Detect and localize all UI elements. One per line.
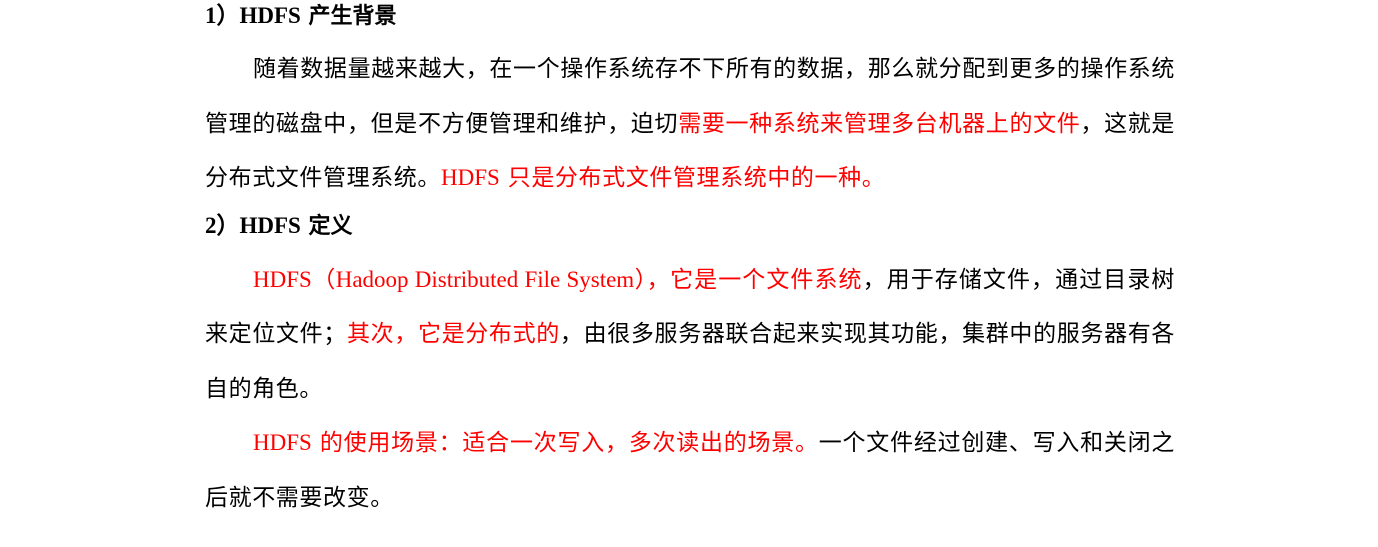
highlighted-text-run: HDFS: [441, 165, 500, 190]
highlighted-text-run: 只是分布式文件管理系统中的一种。: [499, 165, 886, 191]
highlighted-text-run: HDFS（Hadoop Distributed File System），: [253, 266, 671, 292]
document-body: 1）HDFS 产生背景 随着数据量越来越大，在一个操作系统存不下所有的数据，那么…: [205, 0, 1175, 525]
highlighted-text-run: HDFS: [253, 430, 312, 455]
highlighted-text-run: 需要一种系统来管理多台机器上的文件: [678, 110, 1081, 137]
section-number: 1）: [205, 3, 240, 28]
paragraph-hdfs-definition: HDFS（Hadoop Distributed File System），它是一…: [205, 253, 1175, 417]
section-title-latin: HDFS: [239, 212, 301, 238]
section-heading-hdfs-background: 1）HDFS 产生背景: [205, 0, 1175, 32]
section-title-latin: HDFS: [239, 3, 301, 28]
section-title-text: 产生背景: [300, 4, 397, 29]
highlighted-text-run: 的使用场景：适合一次写入，多次读出的场景。: [311, 430, 819, 456]
section-heading-hdfs-definition: 2）HDFS 定义: [205, 210, 1175, 242]
paragraph-hdfs-usage: HDFS 的使用场景：适合一次写入，多次读出的场景。一个文件经过创建、写入和关闭…: [205, 416, 1175, 525]
highlighted-text-run: 其次，它是分布式的: [346, 321, 560, 347]
highlighted-text-run: 它是一个文件系统: [670, 266, 863, 293]
section-title-text: 定义: [300, 213, 353, 239]
paragraph-hdfs-background: 随着数据量越来越大，在一个操作系统存不下所有的数据，那么就分配到更多的操作系统管…: [205, 42, 1175, 206]
section-number: 2）: [205, 212, 240, 238]
